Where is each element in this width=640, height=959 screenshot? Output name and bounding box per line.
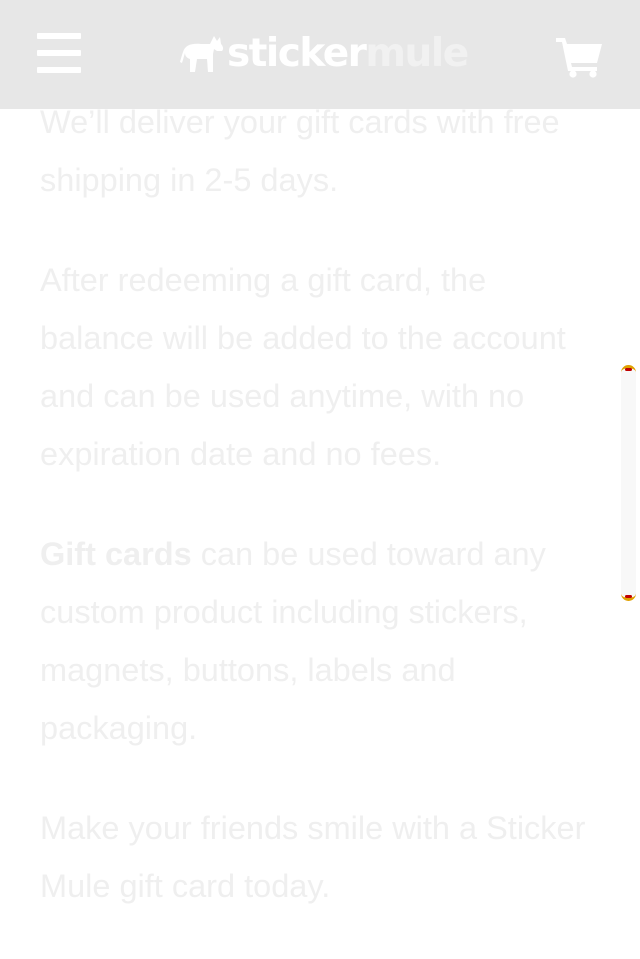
shopping-cart-icon[interactable] xyxy=(556,36,604,78)
hamburger-menu-icon[interactable] xyxy=(37,33,81,73)
gift-card-info: We’ll deliver your gift cards with free … xyxy=(40,93,600,957)
shopping-cart-icon-graphic xyxy=(556,38,602,78)
scrollbar-thumb[interactable] xyxy=(621,365,636,601)
shipping-paragraph: We’ll deliver your gift cards with free … xyxy=(40,104,560,198)
logo-text-mule: mule xyxy=(365,30,469,76)
gift-cards-link[interactable]: Gift cards xyxy=(40,536,192,572)
logo-text-sticker: sticker xyxy=(227,30,367,76)
top-header: stickermule xyxy=(0,0,640,109)
usage-paragraph: Gift cards can be used toward any custom… xyxy=(40,525,600,757)
smile-paragraph: Make your friends smile with a Sticker M… xyxy=(40,810,586,904)
redeem-paragraph: After redeeming a gift card, the balance… xyxy=(40,262,566,472)
logo-wordmark: stickermule xyxy=(227,30,469,76)
mule-icon xyxy=(180,36,224,72)
sticker-mule-logo[interactable]: stickermule xyxy=(179,30,469,76)
